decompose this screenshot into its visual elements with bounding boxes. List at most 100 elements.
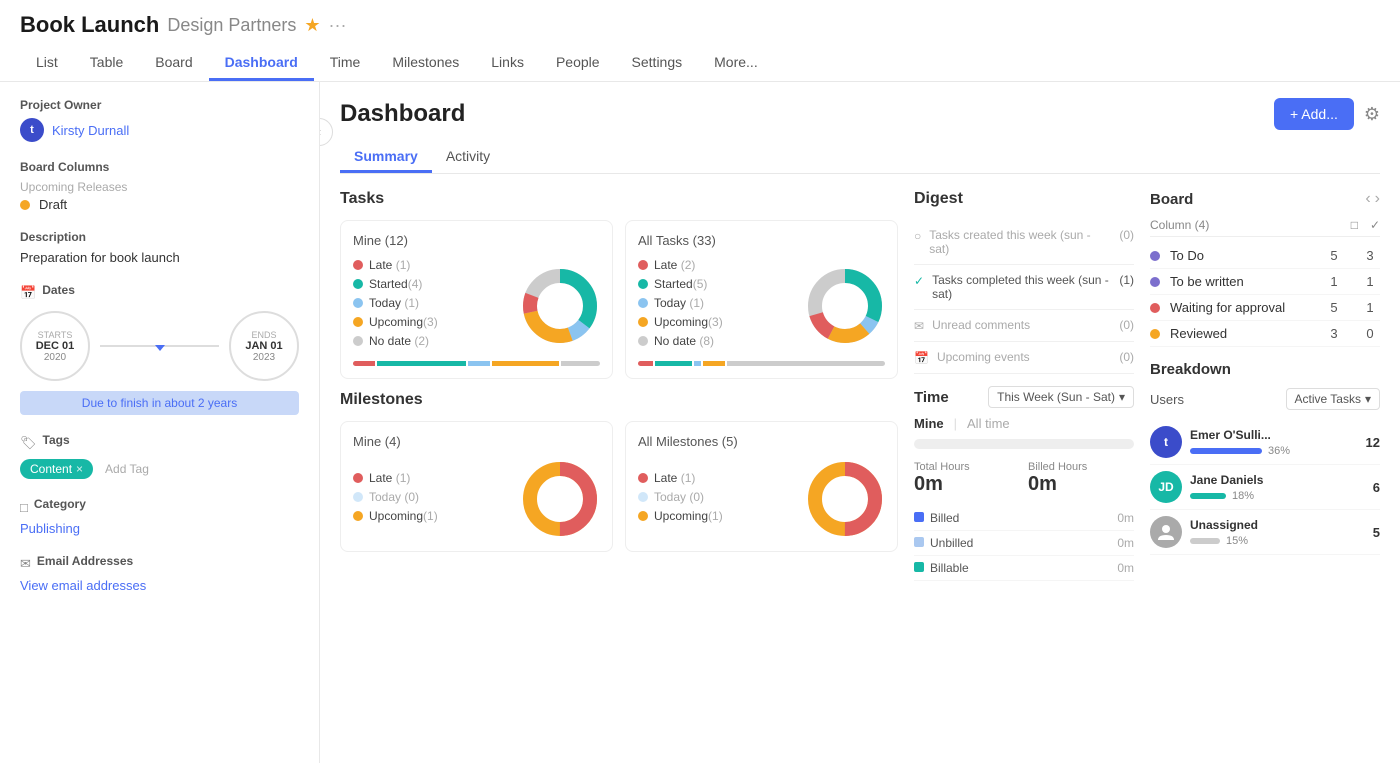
breakdown-user-1: t Emer O'Sulli... 36% 12 (1150, 420, 1380, 465)
category-value[interactable]: Publishing (20, 521, 80, 536)
tag-remove[interactable]: × (76, 462, 83, 476)
tabs: Summary Activity (340, 142, 1380, 174)
end-month: JAN 01 (245, 340, 282, 352)
digest-title: Digest (914, 190, 1134, 208)
started-dot (638, 279, 648, 289)
sidebar: Project Owner t Kirsty Durnall Board Col… (0, 82, 320, 763)
billable-row: Billable 0m (914, 556, 1134, 581)
mine-tasks-card: Mine (12) Late (1) Started(4) (340, 220, 613, 379)
collapse-sidebar-btn[interactable]: ‹ (320, 118, 333, 146)
time-tab-alltime[interactable]: All time (967, 416, 1010, 431)
time-filter-btn[interactable]: This Week (Sun - Sat) ▾ (988, 386, 1134, 408)
main: Project Owner t Kirsty Durnall Board Col… (0, 82, 1400, 763)
nodate-dot (353, 336, 363, 346)
breakdown-section: Breakdown Users Active Tasks ▾ t Emer O' (1150, 361, 1380, 555)
owner-name[interactable]: Kirsty Durnall (52, 123, 129, 138)
late-dot (638, 260, 648, 270)
description-section: Description Preparation for book launch (20, 230, 299, 265)
board-row-todo: To Do 5 3 (1150, 243, 1380, 269)
tab-summary[interactable]: Summary (340, 142, 432, 173)
upcoming-dot (353, 317, 363, 327)
board-row-tobewritten: To be written 1 1 (1150, 269, 1380, 295)
user-bar-2 (1190, 493, 1226, 499)
tobewritten-counts: 1 1 (1324, 274, 1380, 289)
dates-label: Dates (42, 283, 75, 297)
nav-settings[interactable]: Settings (616, 46, 699, 81)
org-name: Design Partners (167, 15, 296, 36)
add-tag[interactable]: Add Tag (105, 462, 149, 476)
nav-links[interactable]: Links (475, 46, 540, 81)
star-icon[interactable]: ★ (304, 15, 320, 36)
chevron-down-icon: ▾ (1119, 390, 1125, 404)
tasks-row: Mine (12) Late (1) Started(4) (340, 220, 898, 379)
nav-dashboard[interactable]: Dashboard (209, 46, 314, 81)
dashboard-actions: + Add... ⚙ (1274, 98, 1380, 130)
legend-item: Started(5) (638, 277, 793, 291)
board-prev-btn[interactable]: ‹ (1365, 190, 1370, 208)
gear-button[interactable]: ⚙ (1364, 104, 1380, 125)
digest-item-events: 📅 Upcoming events (0) (914, 342, 1134, 374)
mine-milestones-card: Mine (4) Late (1) Today (0) (340, 421, 613, 552)
time-tab-mine[interactable]: Mine (914, 416, 944, 431)
project-title: Book Launch (20, 12, 159, 38)
todo-count2: 3 (1360, 248, 1380, 263)
total-hours-stat: Total Hours 0m (914, 461, 1020, 496)
user-info-2: Jane Daniels 18% (1190, 473, 1365, 502)
breakdown-sub: Users (1150, 392, 1184, 407)
user-tasks-3: 5 (1373, 525, 1380, 540)
donut-hole (538, 477, 582, 521)
breakdown-header: Breakdown (1150, 361, 1380, 378)
donut-hole (823, 477, 867, 521)
billable-dot (914, 562, 924, 572)
tasks-milestones-col: Tasks Mine (12) Late (1) (340, 190, 898, 581)
nav-milestones[interactable]: Milestones (376, 46, 475, 81)
legend-item: Upcoming(1) (638, 509, 793, 523)
nav-table[interactable]: Table (74, 46, 139, 81)
board-next-btn[interactable]: › (1375, 190, 1380, 208)
started-label: Started(5) (654, 277, 707, 291)
tobewritten-count2: 1 (1360, 274, 1380, 289)
unchecked-icon: □ (1351, 218, 1358, 232)
breakdown-filter-btn[interactable]: Active Tasks ▾ (1286, 388, 1381, 410)
email-link[interactable]: View email addresses (20, 578, 146, 593)
mine-legend: Late (1) Started(4) Today (1) (353, 258, 508, 353)
user-bar-row-2: 18% (1190, 490, 1365, 502)
tag-content: Content × (20, 459, 93, 479)
all-milestones-label: All Milestones (5) (638, 434, 885, 449)
mine-milestones-chart (520, 459, 600, 539)
digest-comments-count: (0) (1119, 318, 1134, 332)
today-label: Today (1) (654, 296, 704, 310)
nav-people[interactable]: People (540, 46, 616, 81)
start-year: 2020 (44, 352, 66, 363)
start-label: Starts (38, 330, 73, 340)
tobewritten-label: To be written (1170, 274, 1244, 289)
board-columns-label: Board Columns (20, 160, 299, 174)
donut-hole (538, 284, 582, 328)
all-milestones-card: All Milestones (5) Late (1) T (625, 421, 898, 552)
billed-value: 0m (1117, 511, 1134, 525)
add-button[interactable]: + Add... (1274, 98, 1354, 130)
digest-events-label: Upcoming events (937, 350, 1030, 364)
tasks-section: Tasks Mine (12) Late (1) (340, 190, 898, 379)
nav-time[interactable]: Time (314, 46, 377, 81)
board-row-waiting: Waiting for approval 5 1 (1150, 295, 1380, 321)
mine-milestones-donut: Late (1) Today (0) Upcoming(1) (353, 459, 600, 539)
start-date-circle: Starts DEC 01 2020 (20, 311, 90, 381)
digest-events-count: (0) (1119, 350, 1134, 364)
user-info-3: Unassigned 15% (1190, 518, 1365, 547)
more-dots[interactable]: ··· (329, 15, 347, 36)
digest-created-count: (0) (1119, 228, 1134, 242)
reviewed-counts: 3 0 (1324, 326, 1380, 341)
board-breakdown-col: Board ‹ › Column (4) □ ✓ (1150, 190, 1380, 581)
nav-list[interactable]: List (20, 46, 74, 81)
nav-more[interactable]: More... (698, 46, 774, 81)
dashboard: ‹ Dashboard + Add... ⚙ Summary Activity … (320, 82, 1400, 763)
end-label: Ends (251, 330, 276, 340)
legend-item: Upcoming(3) (353, 315, 508, 329)
todo-count1: 5 (1324, 248, 1344, 263)
description-label: Description (20, 230, 299, 244)
all-legend: Late (2) Started(5) Today (1) (638, 258, 793, 353)
nav-board[interactable]: Board (139, 46, 208, 81)
tab-activity[interactable]: Activity (432, 142, 504, 173)
tasks-title: Tasks (340, 190, 898, 208)
